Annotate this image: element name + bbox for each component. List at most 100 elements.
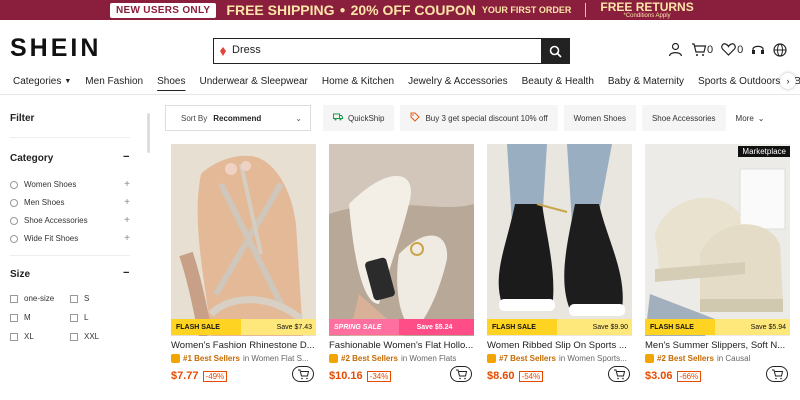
cart-icon xyxy=(692,42,706,56)
search-icon xyxy=(549,45,562,58)
nav-underwear-sleepwear[interactable]: Underwear & Sleepwear xyxy=(185,70,307,93)
size-option[interactable]: S xyxy=(70,294,89,303)
support-icon[interactable] xyxy=(751,43,765,57)
search-input[interactable]: Dress xyxy=(232,39,541,63)
sale-savings: Save $9.90 xyxy=(557,319,632,335)
promo-chip-label: Buy 3 get special discount 10% off xyxy=(425,113,548,123)
globe-icon[interactable] xyxy=(773,42,787,57)
add-to-cart-icon xyxy=(297,369,309,379)
product-name[interactable]: Women's Fashion Rhinestone D... xyxy=(171,340,316,351)
collapse-category-icon[interactable]: − xyxy=(123,151,129,163)
rank-category: in Women Sports... xyxy=(558,354,627,363)
size-label: one-size xyxy=(24,294,55,303)
search-bar[interactable]: Dress xyxy=(213,38,570,64)
category-option[interactable]: Wide Fit Shoes + xyxy=(10,233,130,244)
nav-men-fashion[interactable]: Men Fashion xyxy=(71,70,143,93)
product-name[interactable]: Men's Summer Slippers, Soft N... xyxy=(645,340,790,351)
sidebar-scrollbar[interactable] xyxy=(147,113,150,153)
chevron-down-icon: ▼ xyxy=(64,78,72,85)
product-card[interactable]: Marketplace FLASH SALE Save $5.94 Men's … xyxy=(645,144,790,400)
nav-jewelry-accessories[interactable]: Jewelry & Accessories xyxy=(394,70,507,93)
sale-label: FLASH SALE xyxy=(171,319,241,335)
account-icon[interactable] xyxy=(668,42,683,57)
free-returns: FREE RETURNS *Conditions Apply xyxy=(600,1,693,19)
checkbox-icon xyxy=(70,294,78,303)
expand-icon[interactable]: + xyxy=(124,179,130,190)
add-to-cart-button[interactable] xyxy=(450,366,472,382)
discount-badge: -49% xyxy=(202,370,228,382)
price-block: $3.06 -66% xyxy=(645,370,702,382)
expand-icon[interactable]: + xyxy=(124,215,130,226)
chevron-down-icon: ⌄ xyxy=(757,113,765,123)
medal-icon xyxy=(171,354,180,363)
size-option[interactable]: XXL xyxy=(70,332,99,341)
add-to-cart-icon xyxy=(771,369,783,379)
expand-icon[interactable]: + xyxy=(124,197,130,208)
add-to-cart-button[interactable] xyxy=(766,366,788,382)
category-option[interactable]: Shoe Accessories + xyxy=(10,215,130,226)
nav-beauty-health[interactable]: Beauty & Health xyxy=(508,70,594,93)
best-seller-rank[interactable]: #2 Best Sellers in Women Flats xyxy=(329,354,474,363)
rank-text: #2 Best Sellers xyxy=(657,354,714,363)
sort-dropdown[interactable]: Sort By Recommend ⌄ xyxy=(165,105,311,131)
best-seller-rank[interactable]: #7 Best Sellers in Women Sports... xyxy=(487,354,632,363)
search-button[interactable] xyxy=(541,39,569,63)
free-shipping-text: FREE SHIPPING xyxy=(226,2,335,18)
medal-icon xyxy=(329,354,338,363)
price: $7.77 xyxy=(171,370,199,382)
product-image[interactable] xyxy=(171,144,316,336)
quickship-chip[interactable]: QuickShip xyxy=(323,105,395,131)
shein-logo[interactable]: SHEIN xyxy=(10,34,101,63)
product-card[interactable]: SPRING SALE Save $5.24 Fashionable Women… xyxy=(329,144,474,400)
flash-sale-banner: FLASH SALE Save $5.94 xyxy=(645,319,790,335)
best-seller-rank[interactable]: #2 Best Sellers in Causal xyxy=(645,354,790,363)
nav-sports-outdoors[interactable]: Sports & Outdoors xyxy=(684,70,780,93)
women-shoes-chip[interactable]: Women Shoes xyxy=(563,105,636,131)
product-name[interactable]: Women Ribbed Slip On Sports ... xyxy=(487,340,632,351)
cart-button[interactable]: 0 xyxy=(691,42,714,57)
trending-icon xyxy=(214,39,232,63)
best-seller-rank[interactable]: #1 Best Sellers in Women Flat S... xyxy=(171,354,316,363)
product-image[interactable] xyxy=(329,144,474,336)
medal-icon xyxy=(645,354,654,363)
promo-divider xyxy=(585,3,587,17)
add-to-cart-button[interactable] xyxy=(608,366,630,382)
filter-title: Filter xyxy=(10,113,35,124)
product-card[interactable]: FLASH SALE Save $9.90 Women Ribbed Slip … xyxy=(487,144,632,400)
cart-count: 0 xyxy=(707,43,714,56)
nav-categories-label: Categories xyxy=(13,76,62,87)
product-card[interactable]: FLASH SALE Save $7.43 Women's Fashion Rh… xyxy=(171,144,316,400)
flash-sale-banner: FLASH SALE Save $9.90 xyxy=(487,319,632,335)
site-header: SHEIN Dress 0 0 xyxy=(0,20,800,68)
nav-shoes[interactable]: Shoes xyxy=(143,70,185,93)
more-label: More xyxy=(735,113,754,123)
more-filters-button[interactable]: More ⌄ xyxy=(732,105,765,131)
conditions-note: *Conditions Apply xyxy=(623,13,671,19)
nav-home-kitchen[interactable]: Home & Kitchen xyxy=(308,70,394,93)
nav-next-button[interactable]: › xyxy=(780,73,796,89)
checkbox-icon xyxy=(10,332,18,341)
radio-icon xyxy=(10,198,18,207)
promo-chip[interactable]: Buy 3 get special discount 10% off xyxy=(400,105,558,131)
size-option[interactable]: XL xyxy=(10,332,34,341)
nav-baby-maternity[interactable]: Baby & Maternity xyxy=(594,70,684,93)
expand-icon[interactable]: + xyxy=(124,233,130,244)
wishlist-button[interactable]: 0 xyxy=(721,43,743,56)
promo-banner[interactable]: NEW USERS ONLY FREE SHIPPING ● 20% OFF C… xyxy=(0,0,800,20)
category-option[interactable]: Men Shoes + xyxy=(10,197,130,208)
category-option[interactable]: Women Shoes + xyxy=(10,179,130,190)
product-image[interactable] xyxy=(487,144,632,336)
size-option[interactable]: L xyxy=(70,313,88,322)
product-image[interactable] xyxy=(645,144,790,336)
size-label: XL xyxy=(24,332,34,341)
radio-icon xyxy=(10,216,18,225)
add-to-cart-button[interactable] xyxy=(292,366,314,382)
size-label: M xyxy=(24,313,31,322)
size-label: S xyxy=(84,294,90,303)
nav-categories[interactable]: Categories ▼ xyxy=(0,70,71,93)
size-option[interactable]: one-size xyxy=(10,294,54,303)
shoe-accessories-chip[interactable]: Shoe Accessories xyxy=(641,105,726,131)
collapse-size-icon[interactable]: − xyxy=(123,267,129,279)
size-option[interactable]: M xyxy=(10,313,31,322)
product-name[interactable]: Fashionable Women's Flat Hollo... xyxy=(329,340,474,351)
